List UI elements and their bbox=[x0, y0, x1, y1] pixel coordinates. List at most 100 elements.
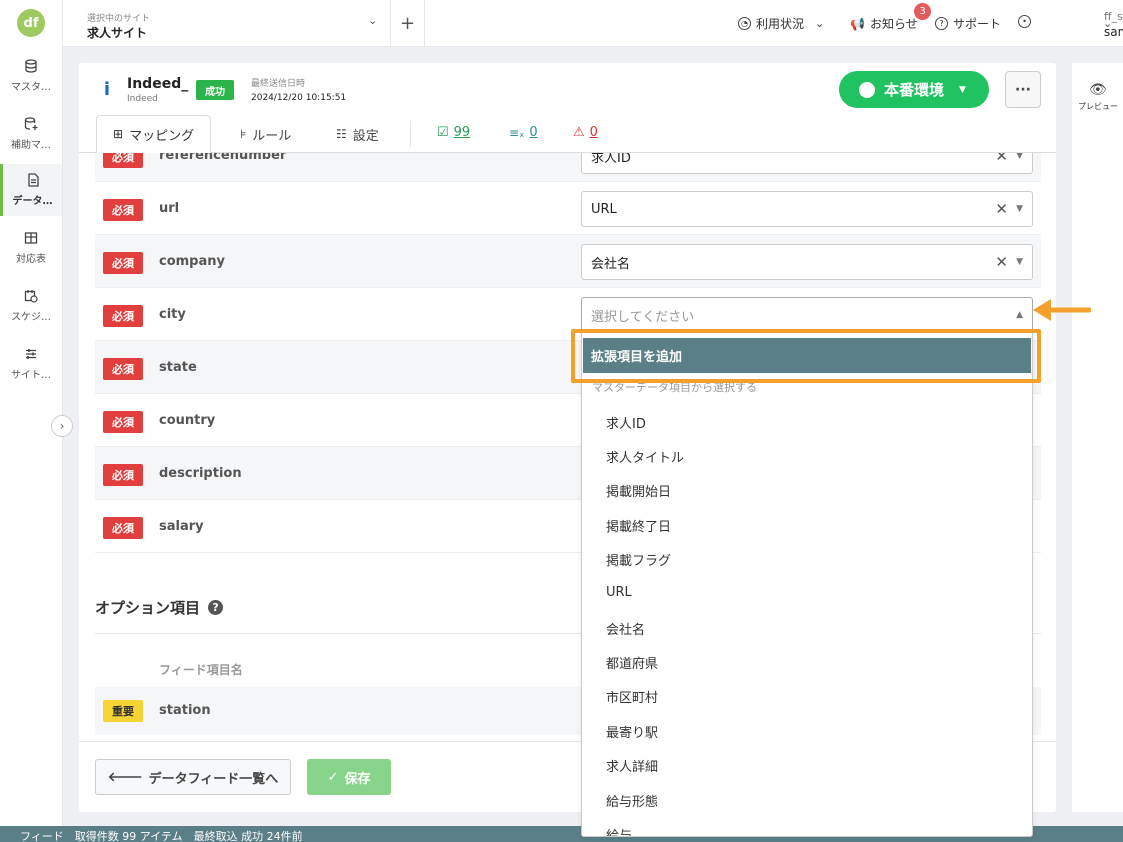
selected-value: 会社名 bbox=[591, 256, 631, 272]
dropdown-option[interactable]: 市区町村 bbox=[606, 687, 658, 706]
rail-item-label: マスタ… bbox=[11, 82, 51, 93]
column-header-feed-field: フィード項目名 bbox=[159, 663, 243, 677]
caret-up-icon[interactable]: ▲ bbox=[1016, 310, 1023, 320]
rail-item-data-feed[interactable]: データ… bbox=[0, 164, 62, 216]
tab-label: ルール bbox=[252, 128, 292, 144]
highlight-box bbox=[571, 329, 1041, 383]
eye-icon[interactable]: 👁 bbox=[1089, 82, 1107, 98]
save-button[interactable]: ✓ 保存 bbox=[307, 759, 391, 795]
last-sent-label: 最終送信日時 bbox=[251, 79, 306, 89]
mapping-row: 必須 company 会社名 ✕ ▼ bbox=[95, 235, 1041, 288]
status-bar-text: フィード 取得件数 99 アイテム 最終取込 成功 24件前 bbox=[20, 830, 303, 842]
rail-item-label: スケジ… bbox=[11, 312, 51, 323]
arrow-left-icon: 🡐 bbox=[107, 770, 143, 785]
required-badge: 必須 bbox=[103, 411, 143, 433]
back-label: データフィード一覧へ bbox=[148, 771, 279, 787]
required-badge: 必須 bbox=[103, 305, 143, 327]
gauge-icon: ◔ bbox=[738, 17, 751, 30]
warning-icon: ⚠ bbox=[573, 125, 585, 140]
feed-subtitle: Indeed bbox=[127, 94, 158, 104]
megaphone-icon: 📢 bbox=[850, 16, 865, 31]
rail-item-aux-master[interactable]: 補助マ… bbox=[0, 108, 62, 160]
database-icon bbox=[25, 59, 37, 73]
feed-field-name: description bbox=[159, 466, 242, 481]
mapping-select-open[interactable]: 選択してください ▲ bbox=[581, 297, 1033, 333]
selected-value: 求人ID bbox=[591, 153, 631, 166]
environment-button[interactable]: 本番環境 ▼ bbox=[839, 71, 989, 108]
help-icon[interactable]: ? bbox=[208, 600, 224, 615]
tab-label: 設定 bbox=[352, 128, 379, 144]
dropdown-option[interactable]: 掲載フラグ bbox=[606, 550, 671, 569]
excluded-count-link[interactable]: ≡ₓ 0 bbox=[509, 125, 538, 140]
dropdown-option[interactable]: 求人ID bbox=[606, 413, 646, 432]
feed-title: Indeed_ bbox=[127, 76, 189, 92]
dropdown-option[interactable]: 最寄り駅 bbox=[606, 722, 658, 741]
feed-field-name: url bbox=[159, 201, 180, 216]
rail-item-mapping-table[interactable]: 対応表 bbox=[0, 222, 62, 274]
required-badge: 必須 bbox=[103, 252, 143, 274]
dropdown-option[interactable]: URL bbox=[606, 585, 632, 600]
excluded-count: 0 bbox=[529, 125, 538, 140]
support-menu[interactable]: ? サポート bbox=[935, 15, 1001, 32]
caret-down-icon[interactable]: ▼ bbox=[1016, 204, 1023, 214]
mapping-row: 必須 referencenumber 求人ID ✕ ▼ bbox=[95, 153, 1041, 182]
required-badge: 必須 bbox=[103, 358, 143, 380]
caret-down-icon: ▼ bbox=[959, 84, 966, 95]
site-selector-caption: 選択中のサイト bbox=[87, 14, 151, 24]
important-badge: 重要 bbox=[103, 700, 143, 722]
mapping-icon: ⊞ bbox=[113, 127, 124, 141]
mapping-select[interactable]: URL ✕ ▼ bbox=[581, 191, 1033, 227]
more-options-button[interactable]: ··· bbox=[1005, 71, 1041, 108]
rail-item-site-settings[interactable]: サイト… bbox=[0, 338, 62, 390]
options-section-title: オプション項目 ? bbox=[95, 597, 224, 618]
tab-mapping[interactable]: ⊞ マッピング bbox=[96, 115, 212, 153]
last-sent-value: 2024/12/20 10:15:51 bbox=[251, 93, 347, 103]
dropdown-option[interactable]: 求人タイトル bbox=[606, 447, 684, 466]
caret-down-icon[interactable]: ▼ bbox=[1016, 153, 1023, 161]
dropdown-option[interactable]: 掲載開始日 bbox=[606, 481, 671, 500]
site-selector-value[interactable]: 求人サイト bbox=[87, 24, 147, 41]
news-label: お知らせ bbox=[869, 17, 918, 31]
dropdown-option[interactable]: 掲載終了日 bbox=[606, 516, 671, 535]
support-label: サポート bbox=[953, 17, 1002, 31]
user-menu[interactable]: • bbox=[1018, 15, 1031, 28]
ok-count-link[interactable]: ☑ 99 bbox=[437, 125, 470, 140]
chevron-down-icon[interactable]: ⌄ bbox=[1103, 17, 1112, 30]
status-badge: 成功 bbox=[196, 80, 234, 100]
tab-settings[interactable]: ☷ 設定 bbox=[320, 115, 395, 153]
preview-label[interactable]: プレビュー bbox=[1078, 101, 1118, 112]
check-icon: ✓ bbox=[327, 769, 339, 785]
error-count-link[interactable]: ⚠ 0 bbox=[573, 125, 598, 140]
rail-item-label: サイト… bbox=[11, 370, 51, 381]
clear-icon[interactable]: ✕ bbox=[995, 153, 1008, 165]
rail-item-master[interactable]: マスタ… bbox=[0, 50, 62, 102]
help-icon: ? bbox=[935, 17, 948, 30]
dropdown-option[interactable]: 求人詳細 bbox=[606, 756, 658, 775]
user-icon: • bbox=[1018, 15, 1031, 28]
rail-toggle-button[interactable]: › bbox=[51, 415, 73, 437]
dropdown-option[interactable]: 給与形態 bbox=[606, 791, 658, 810]
add-site-button[interactable]: + bbox=[395, 10, 420, 37]
sliders-icon bbox=[26, 349, 36, 359]
mapping-select[interactable]: 求人ID ✕ ▼ bbox=[581, 153, 1033, 174]
dropdown-option[interactable]: 会社名 bbox=[606, 619, 645, 638]
news-menu[interactable]: 📢 お知らせ bbox=[850, 15, 918, 32]
usage-menu[interactable]: ◔ 利用状況 ⌄ bbox=[738, 15, 824, 32]
clear-icon[interactable]: ✕ bbox=[995, 253, 1008, 271]
caret-down-icon[interactable]: ▼ bbox=[1016, 257, 1023, 267]
app-logo[interactable]: df bbox=[17, 9, 45, 37]
clear-icon[interactable]: ✕ bbox=[995, 200, 1008, 218]
dropdown-option[interactable]: 都道府県 bbox=[606, 653, 658, 672]
mapping-select[interactable]: 会社名 ✕ ▼ bbox=[581, 244, 1033, 280]
chevron-down-icon[interactable]: ⌄ bbox=[368, 14, 377, 27]
back-to-list-button[interactable]: 🡐 データフィード一覧へ bbox=[95, 759, 291, 795]
rail-item-schedule[interactable]: スケジ… bbox=[0, 280, 62, 332]
database-plus-icon bbox=[24, 117, 38, 130]
tab-rules[interactable]: ⊧ ルール bbox=[224, 115, 307, 153]
select-dropdown-menu[interactable]: 拡張項目を追加 マスターデータ項目から選択する 求人ID 求人タイトル 掲載開始… bbox=[581, 329, 1033, 837]
required-badge: 必須 bbox=[103, 517, 143, 539]
feed-field-name: referencenumber bbox=[159, 153, 287, 163]
usage-label: 利用状況 bbox=[756, 17, 805, 31]
dropdown-option[interactable]: 給与 bbox=[606, 825, 632, 836]
notification-badge: 3 bbox=[914, 3, 931, 20]
